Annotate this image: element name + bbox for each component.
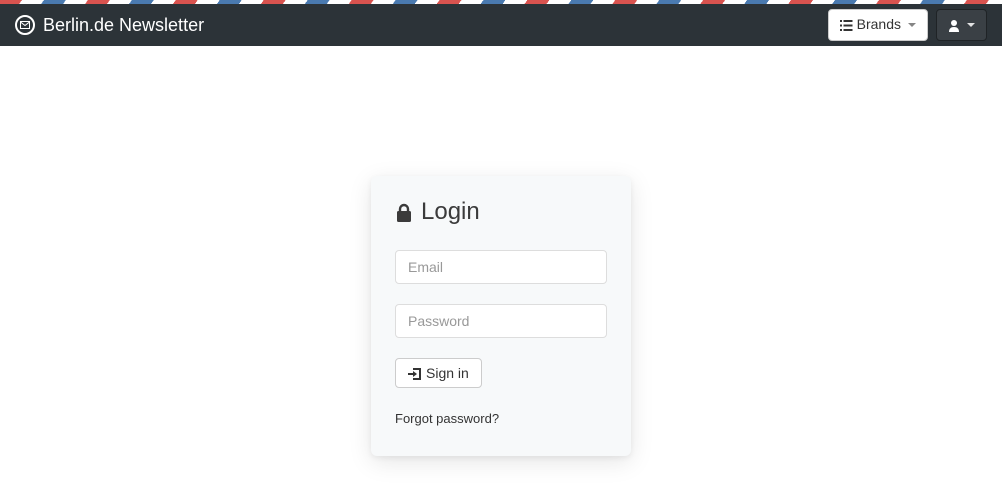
brands-button-label: Brands xyxy=(857,15,901,35)
lock-icon xyxy=(395,198,413,226)
brand-title: Berlin.de Newsletter xyxy=(43,15,204,36)
login-heading-text: Login xyxy=(421,198,480,226)
sign-in-label: Sign in xyxy=(426,365,469,381)
user-icon xyxy=(948,15,960,35)
navbar: Berlin.de Newsletter Brands xyxy=(0,4,1002,46)
password-field[interactable] xyxy=(395,304,607,338)
sign-in-button[interactable]: Sign in xyxy=(395,358,482,388)
envelope-circle-icon xyxy=(15,15,35,35)
email-field[interactable] xyxy=(395,250,607,284)
login-card: Login Sign in Forgot password? xyxy=(371,176,631,456)
list-icon xyxy=(840,15,853,35)
brand-link[interactable]: Berlin.de Newsletter xyxy=(15,15,204,36)
forgot-password-link[interactable]: Forgot password? xyxy=(395,411,499,426)
navbar-right: Brands xyxy=(828,9,987,41)
caret-down-icon xyxy=(908,23,916,27)
login-heading: Login xyxy=(395,198,607,226)
caret-down-icon xyxy=(967,23,975,27)
sign-in-icon xyxy=(408,365,421,381)
user-dropdown-button[interactable] xyxy=(936,9,987,41)
brands-dropdown-button[interactable]: Brands xyxy=(828,9,928,41)
